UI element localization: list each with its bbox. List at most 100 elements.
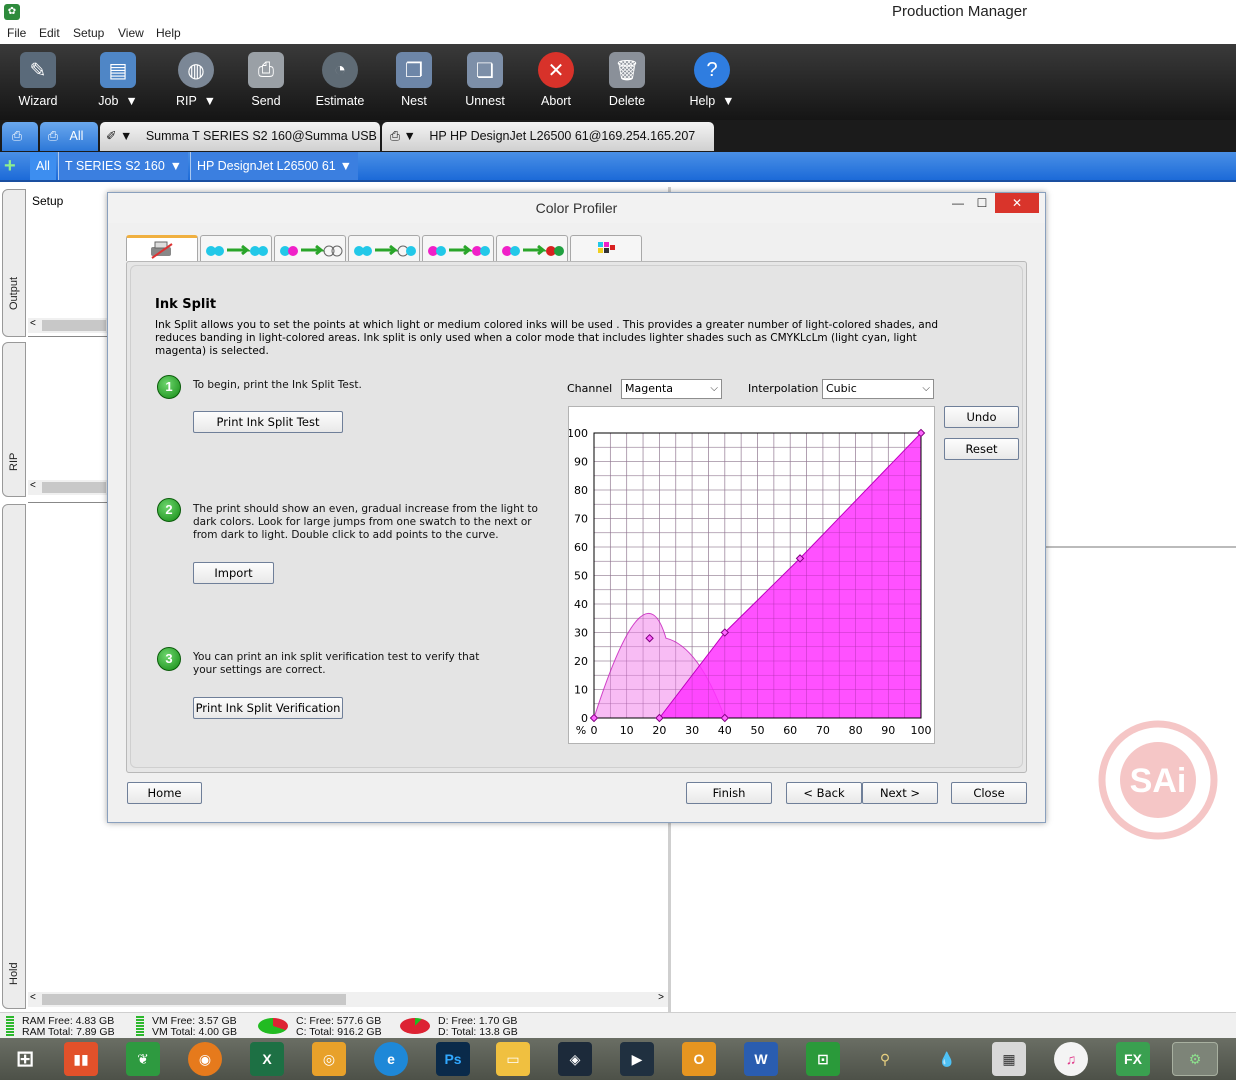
x-tick-label: 90 <box>881 724 895 737</box>
close-dialog-button[interactable]: Close <box>951 782 1027 804</box>
rip-button[interactable]: ◍ RIP ▼ <box>166 44 226 120</box>
maximize-button[interactable]: ☐ <box>971 193 993 213</box>
finish-button[interactable]: Finish <box>686 782 772 804</box>
excel-icon[interactable]: X <box>250 1042 284 1076</box>
hold-panel-tab[interactable]: Hold <box>2 504 26 1009</box>
undo-button[interactable]: Undo <box>944 406 1019 428</box>
pin-app-icon[interactable]: ⚲ <box>868 1042 902 1076</box>
step-2-text: The print should show an even, gradual i… <box>193 503 538 541</box>
menu-help[interactable]: Help <box>156 26 181 40</box>
tab-color-to-outline[interactable] <box>274 235 346 261</box>
tab-summa-device[interactable]: ✐ ▼ Summa T SERIES S2 160@Summa USB <box>100 122 380 151</box>
scroll-thumb[interactable] <box>42 482 106 493</box>
tab-home[interactable]: ⎙ <box>2 122 38 151</box>
next-button[interactable]: Next > <box>862 782 938 804</box>
store-icon[interactable]: ⊡ <box>806 1042 840 1076</box>
setup-column-header: Setup <box>32 194 64 208</box>
queue-filter-row: + All T SERIES S2 160 ▼ HP DesignJet L26… <box>0 152 1236 182</box>
abort-button[interactable]: ✕ Abort <box>530 44 582 120</box>
horizontal-splitter[interactable] <box>1046 546 1236 548</box>
photoshop-icon[interactable]: Ps <box>436 1042 470 1076</box>
import-button[interactable]: Import <box>193 562 274 584</box>
home-button[interactable]: Home <box>127 782 202 804</box>
scroll-left-icon[interactable]: < <box>30 480 36 491</box>
scroll-thumb[interactable] <box>42 994 346 1005</box>
leaf-app-icon[interactable]: ❦ <box>126 1042 160 1076</box>
vectorworks-icon[interactable]: ◈ <box>558 1042 592 1076</box>
tab-printer-setup[interactable] <box>126 235 198 261</box>
reset-button[interactable]: Reset <box>944 438 1019 460</box>
chevron-down-icon: ▼ <box>125 94 138 108</box>
equalizer-app-icon[interactable]: ▮▮ <box>64 1042 98 1076</box>
scroll-left-icon[interactable]: < <box>30 992 36 1003</box>
menu-edit[interactable]: Edit <box>39 26 60 40</box>
job-button[interactable]: ▤ Job ▼ <box>88 44 148 120</box>
add-queue-button[interactable]: + <box>4 152 26 180</box>
tab-cyan-to-lightcyan[interactable] <box>200 235 272 261</box>
menu-file[interactable]: File <box>7 26 26 40</box>
outlook-icon[interactable]: O <box>682 1042 716 1076</box>
print-ink-split-test-button[interactable]: Print Ink Split Test <box>193 411 343 433</box>
estimate-button[interactable]: ◔ Estimate <box>310 44 370 120</box>
output-panel-tab[interactable]: Output <box>2 189 26 337</box>
nest-button[interactable]: ❐ Nest <box>388 44 440 120</box>
drop-app-icon[interactable]: 💧 <box>930 1042 964 1076</box>
send-button[interactable]: ⎙ Send <box>240 44 292 120</box>
print-ink-split-verification-button[interactable]: Print Ink Split Verification <box>193 697 343 719</box>
tab-magenta-split[interactable] <box>422 235 494 261</box>
tab-all[interactable]: ⎙ All <box>40 122 98 151</box>
scroll-left-icon[interactable]: < <box>30 318 36 329</box>
tab-hp-device[interactable]: ⎙ ▼ HP HP DesignJet L26500 61@169.254.16… <box>382 122 714 151</box>
subtab-all[interactable]: All <box>30 152 56 180</box>
y-tick-label: 60 <box>574 541 588 554</box>
svg-text:SAi: SAi <box>1130 762 1187 800</box>
fx-app-icon[interactable]: FX <box>1116 1042 1150 1076</box>
tab-cyan-to-outline[interactable] <box>348 235 420 261</box>
delete-button[interactable]: 🗑 Delete <box>600 44 654 120</box>
minimize-button[interactable]: — <box>947 193 969 213</box>
tab-ink-split[interactable] <box>496 235 568 261</box>
scroll-right-icon[interactable]: > <box>658 992 664 1003</box>
subtab-hp-queue[interactable]: HP DesignJet L26500 61 ▼ <box>190 152 358 180</box>
help-button[interactable]: ? Help ▼ <box>680 44 744 120</box>
interpolation-select[interactable]: Cubic ⌵ <box>822 379 934 399</box>
menu-view[interactable]: View <box>118 26 144 40</box>
output-scrollbar[interactable]: < <box>28 318 108 333</box>
camera-app-icon[interactable]: ◎ <box>312 1042 346 1076</box>
subtab-summa-queue[interactable]: T SERIES S2 160 ▼ <box>58 152 188 180</box>
wizard-button[interactable]: ✎ Wizard <box>10 44 66 120</box>
wizard-icon: ✎ <box>20 52 56 88</box>
ie-icon[interactable]: e <box>374 1042 408 1076</box>
unnest-button[interactable]: ❏ Unnest <box>457 44 513 120</box>
magenta-drops-arrow-icon <box>428 244 490 256</box>
word-icon[interactable]: W <box>744 1042 778 1076</box>
step-2-badge: 2 <box>157 498 181 522</box>
menu-setup[interactable]: Setup <box>73 26 104 40</box>
page-description: Ink Split allows you to set the points a… <box>155 319 939 357</box>
hold-scrollbar[interactable]: < > <box>28 992 668 1007</box>
explorer-icon[interactable]: ▭ <box>496 1042 530 1076</box>
ink-split-curve-chart[interactable]: 0 10 20 30 40 50 60 70 80 90 100 0 10 20 30 40 50 60 70 80 9… <box>567 406 936 745</box>
rip-scrollbar[interactable]: < <box>28 480 108 495</box>
channel-select[interactable]: Magenta ⌵ <box>621 379 722 399</box>
chevron-down-icon: ▼ <box>203 94 216 108</box>
scroll-thumb[interactable] <box>42 320 106 331</box>
back-button[interactable]: < Back <box>786 782 862 804</box>
video-app-icon[interactable]: ▶ <box>620 1042 654 1076</box>
rip-panel-tab[interactable]: RIP <box>2 342 26 497</box>
color-profiler-dialog: Color Profiler — ☐ ✕ Ink Split Ink Split… <box>107 192 1046 823</box>
ink-split-curve-svg[interactable]: 01020304050607080901000 10 20 30 40 50 60 70 80 9… <box>567 407 936 745</box>
printer-settings-icon <box>151 241 173 259</box>
close-window-button[interactable]: ✕ <box>995 193 1039 213</box>
production-manager-icon[interactable]: ⚙ <box>1172 1042 1218 1076</box>
main-toolbar: ✎ Wizard ▤ Job ▼ ◍ RIP ▼ ⎙ Send ◔ Estima… <box>0 44 1236 120</box>
start-icon[interactable]: ⊞ <box>8 1042 42 1076</box>
x-tick-label: 10 <box>620 724 634 737</box>
ram-total: RAM Total: 7.89 GB <box>22 1026 115 1038</box>
cutter-icon: ✐ <box>106 129 117 143</box>
printer-icon: ⎙ <box>390 129 401 143</box>
tab-profile-finish[interactable] <box>570 235 642 261</box>
calculator-icon[interactable]: ▦ <box>992 1042 1026 1076</box>
itunes-icon[interactable]: ♫ <box>1054 1042 1088 1076</box>
firefox-icon[interactable]: ◉ <box>188 1042 222 1076</box>
